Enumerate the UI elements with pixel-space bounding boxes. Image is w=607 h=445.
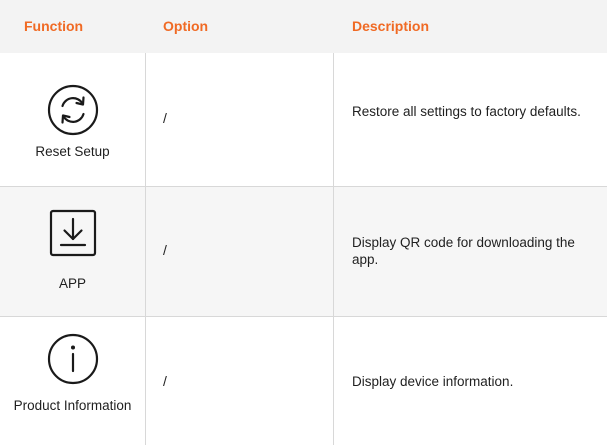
function-label: Reset Setup — [35, 144, 110, 159]
option-value: / — [163, 242, 167, 258]
column-divider — [145, 53, 146, 445]
description-text: Display QR code for downloading the app. — [352, 235, 575, 267]
description-text: Display device information. — [352, 374, 514, 389]
reset-refresh-icon — [47, 84, 99, 136]
info-icon — [47, 333, 99, 385]
option-value: / — [163, 110, 167, 126]
table-row: Product Information / Display device inf… — [0, 317, 607, 445]
table-row: Reset Setup / Restore all settings to fa… — [0, 53, 607, 186]
function-label: APP — [58, 276, 86, 291]
header-option: Option — [163, 18, 209, 34]
option-value: / — [163, 373, 167, 389]
header-function: Function — [24, 18, 84, 34]
column-divider — [333, 53, 334, 445]
description-text: Restore all settings to factory defaults… — [352, 104, 581, 119]
table-header: Function Option Description — [0, 0, 607, 53]
function-label: Product Information — [13, 398, 132, 413]
table-row: APP / Display QR code for downloading th… — [0, 187, 607, 316]
header-description: Description — [352, 18, 430, 34]
function-table: Function Option Description Reset Setup … — [0, 0, 607, 445]
download-icon — [49, 209, 97, 257]
